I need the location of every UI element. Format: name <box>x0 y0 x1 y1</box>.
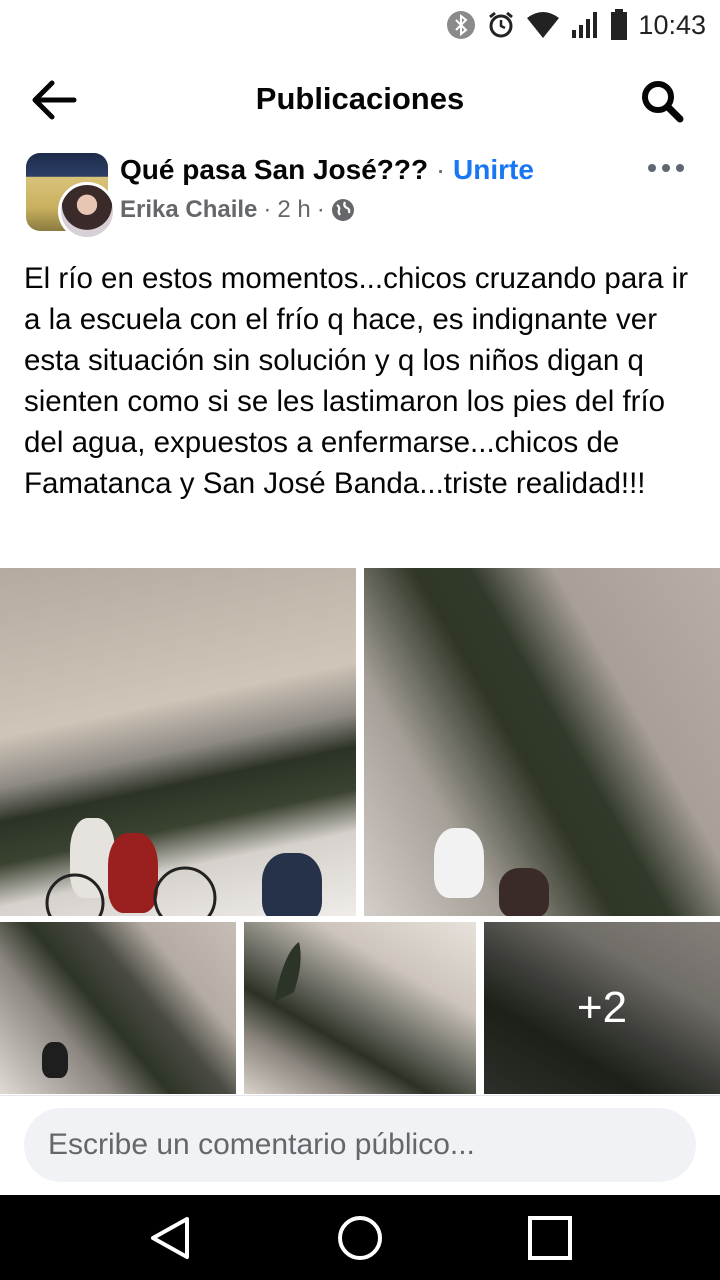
bicycle-shape <box>45 866 217 916</box>
tree-shape <box>274 942 301 1002</box>
more-photos-count: +2 <box>576 983 628 1032</box>
post-photo-4[interactable] <box>244 922 476 1094</box>
post-meta: Erika Chaile · 2 h · <box>120 196 355 224</box>
separator: · <box>435 154 446 185</box>
signal-icon <box>572 12 598 38</box>
search-icon <box>642 81 684 123</box>
post-photo-3[interactable] <box>0 922 236 1094</box>
author-name-link[interactable]: Erika Chaile <box>120 196 257 224</box>
photo-figure <box>42 1042 68 1078</box>
wifi-icon <box>527 12 560 38</box>
page-title: Publicaciones <box>255 81 465 116</box>
author-avatar[interactable] <box>58 182 116 240</box>
more-photos-overlay[interactable]: +2 <box>484 922 720 1094</box>
more-options-button[interactable] <box>646 156 686 180</box>
search-button[interactable] <box>638 77 686 125</box>
post-photo-5[interactable]: +2 <box>484 922 720 1094</box>
back-triangle-icon <box>151 1217 189 1259</box>
separator: · <box>263 196 272 223</box>
globe-icon <box>331 199 354 221</box>
post-time[interactable]: 2 h <box>277 196 310 224</box>
nav-back-button[interactable] <box>145 1213 195 1263</box>
alarm-icon <box>489 11 514 38</box>
photo-figure <box>499 868 549 916</box>
recents-square-icon <box>528 1216 572 1260</box>
group-title-line: Qué pasa San José??? · Unirte <box>120 154 534 186</box>
home-circle-icon <box>338 1216 382 1260</box>
post-body-text: El río en estos momentos...chicos cruzan… <box>24 262 689 500</box>
more-dot <box>676 164 684 172</box>
separator: · <box>316 196 325 223</box>
bluetooth-icon <box>447 11 476 39</box>
post-photo-2[interactable] <box>364 568 720 916</box>
photo-figure <box>434 828 484 898</box>
system-nav-bar <box>0 1195 720 1280</box>
nav-home-button[interactable] <box>335 1213 385 1263</box>
battery-icon <box>611 9 628 40</box>
app-bar: Publicaciones <box>0 55 720 145</box>
more-horizontal-icon <box>648 164 656 172</box>
status-time: 10:43 <box>638 9 706 40</box>
comment-bar <box>0 1095 720 1196</box>
status-bar: 10:43 <box>0 0 720 50</box>
more-dot <box>662 164 670 172</box>
join-group-link[interactable]: Unirte <box>453 154 534 185</box>
comment-input[interactable] <box>24 1108 696 1182</box>
post-photo-1[interactable] <box>0 568 356 916</box>
status-icons: 10:43 <box>446 6 706 44</box>
nav-recents-button[interactable] <box>525 1213 575 1263</box>
group-name-link[interactable]: Qué pasa San José??? <box>120 154 428 185</box>
